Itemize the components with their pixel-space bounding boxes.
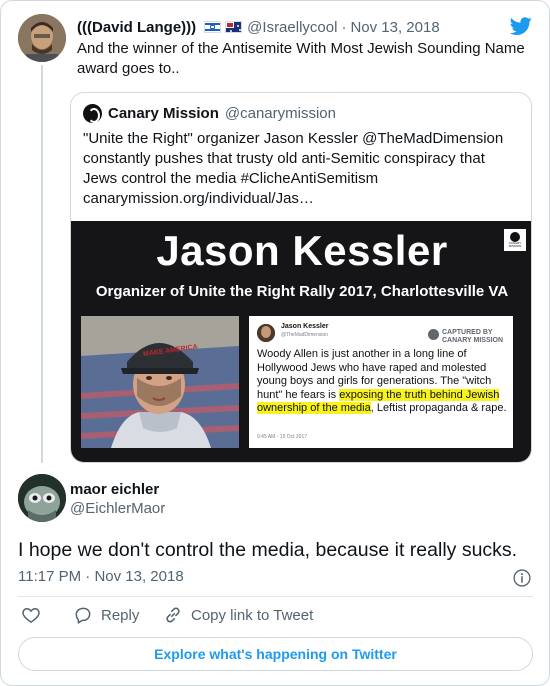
- like-button[interactable]: [21, 605, 41, 625]
- quoted-tweet-header: Canary Mission @canarymission: [83, 104, 336, 123]
- copy-link-label: Copy link to Tweet: [191, 606, 314, 624]
- image-subheadline: Organizer of Unite the Right Rally 2017,…: [95, 283, 509, 300]
- image-headline: Jason Kessler: [156, 227, 448, 274]
- parent-avatar[interactable]: [18, 14, 66, 62]
- twitter-bird-icon[interactable]: [509, 15, 533, 37]
- captured-logo-icon: [428, 329, 439, 340]
- tweet-actions: Reply Copy link to Tweet: [1, 605, 549, 633]
- tweet-date: Nov 13, 2018: [94, 568, 184, 585]
- parent-tweet-text: And the winner of the Antisemite With Mo…: [77, 40, 525, 77]
- screenshot-timestamp: 9:45 AM - 15 Oct 2017: [257, 434, 308, 440]
- divider: [18, 596, 533, 597]
- copy-link-button[interactable]: Copy link to Tweet: [163, 605, 313, 625]
- main-author-name[interactable]: maor eichler: [70, 481, 159, 498]
- canary-mission-avatar-icon: [83, 104, 102, 123]
- parent-tweet-header: (((David Lange))) @Israellycool · Nov 13…: [77, 17, 440, 37]
- badge-text: CANARY MISSION: [508, 241, 522, 248]
- tweet-timestamp[interactable]: 11:17 PM · Nov 13, 2018: [18, 568, 184, 585]
- explore-twitter-button[interactable]: Explore what's happening on Twitter: [18, 637, 533, 671]
- main-tweet-text: I hope we don't control the media, becau…: [18, 539, 518, 561]
- parent-author-handle[interactable]: @Israellycool: [247, 19, 337, 36]
- quoted-tweet-image[interactable]: Jason Kessler Organizer of Unite the Rig…: [71, 221, 531, 462]
- canary-mission-badge: CANARY MISSION: [504, 229, 526, 251]
- quoted-author-name: Canary Mission: [108, 105, 219, 122]
- parent-author-name[interactable]: (((David Lange))): [77, 19, 196, 36]
- quoted-tweet[interactable]: Canary Mission @canarymission "Unite the…: [70, 92, 532, 463]
- tweet-time: 11:17 PM: [18, 568, 82, 585]
- captured-by-label: CAPTURED BY CANARY MISSION: [442, 329, 504, 344]
- parent-tweet-date[interactable]: Nov 13, 2018: [350, 19, 439, 36]
- tweet-screenshot: Jason Kessler @TheMadDimension CAPTURED …: [249, 316, 513, 448]
- heart-icon: [22, 608, 40, 623]
- quoted-author-handle: @canarymission: [224, 105, 336, 122]
- reply-icon: [75, 607, 91, 624]
- tweet-embed-card: (((David Lange))) @Israellycool · Nov 13…: [0, 0, 550, 686]
- screenshot-tweet-text: Woody Allen is just another in a long li…: [257, 348, 507, 416]
- israel-flag-icon: [204, 21, 222, 33]
- screenshot-text-after: , Leftist propaganda & rape.: [370, 402, 507, 414]
- portrait-photo: MAKE AMERICA: [81, 316, 239, 448]
- main-author-handle[interactable]: @EichlerMaor: [70, 500, 165, 517]
- reply-label: Reply: [101, 606, 140, 624]
- screenshot-avatar: [257, 324, 275, 342]
- screenshot-author-name: Jason Kessler: [281, 323, 329, 330]
- australia-flag-icon: [225, 21, 243, 33]
- info-icon[interactable]: [512, 568, 532, 588]
- main-author-avatar[interactable]: [18, 474, 66, 522]
- thread-connector-line: [41, 65, 43, 463]
- link-icon: [166, 607, 180, 623]
- reply-button[interactable]: Reply: [73, 605, 139, 625]
- quoted-tweet-text: "Unite the Right" organizer Jason Kessle…: [83, 130, 504, 207]
- separator-dot: ·: [341, 18, 347, 36]
- screenshot-author-handle: @TheMadDimension: [281, 332, 329, 338]
